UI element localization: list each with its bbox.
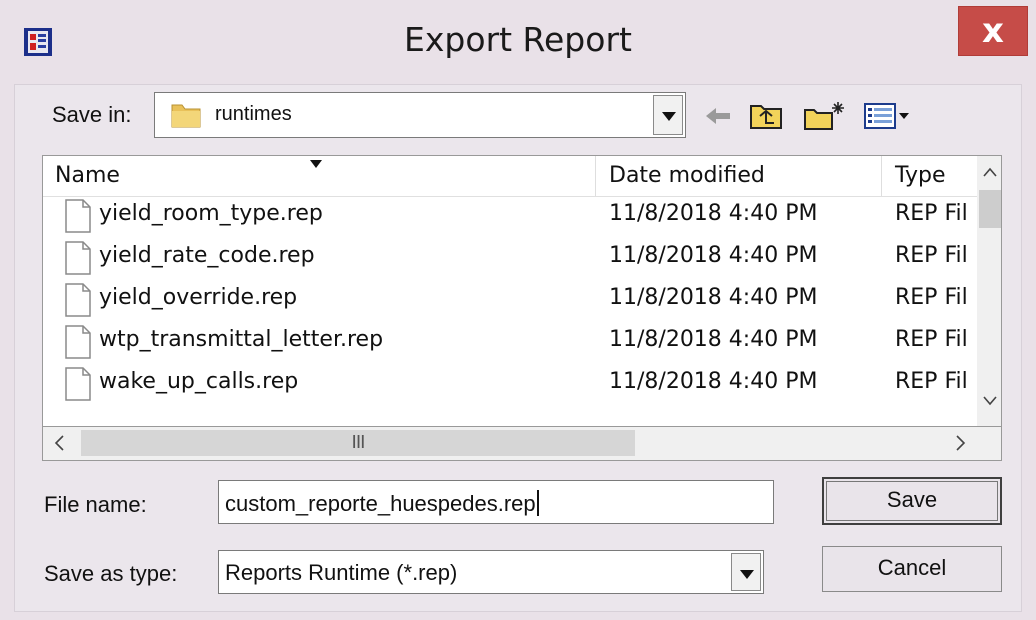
column-divider[interactable] <box>881 156 882 196</box>
up-folder-icon[interactable] <box>748 100 784 132</box>
file-type: REP Fil <box>895 327 968 352</box>
save-as-type-dropdown-arrow-icon[interactable] <box>731 553 761 591</box>
vertical-scrollbar[interactable] <box>977 156 1002 426</box>
close-button[interactable]: x <box>958 6 1028 56</box>
file-icon <box>65 241 91 275</box>
file-name: yield_override.rep <box>99 285 298 310</box>
scroll-up-icon[interactable] <box>977 156 1002 190</box>
folder-icon <box>171 104 201 128</box>
file-name: yield_room_type.rep <box>99 201 323 226</box>
view-menu-icon[interactable] <box>862 100 912 132</box>
file-name: yield_rate_code.rep <box>99 243 315 268</box>
sort-descending-icon <box>310 160 322 168</box>
save-as-type-label: Save as type: <box>44 561 178 586</box>
column-header-name[interactable]: Name <box>55 163 120 188</box>
save-in-value: runtimes <box>215 103 292 125</box>
file-name: wtp_transmittal_letter.rep <box>99 327 384 352</box>
file-type: REP Fil <box>895 243 968 268</box>
file-type: REP Fil <box>895 285 968 310</box>
file-name: wake_up_calls.rep <box>99 369 299 394</box>
file-date: 11/8/2018 4:40 PM <box>609 327 818 352</box>
new-folder-icon[interactable] <box>802 100 848 132</box>
file-icon <box>65 199 91 233</box>
scroll-right-icon[interactable] <box>943 427 977 459</box>
horizontal-scrollbar[interactable]: III <box>42 427 1002 461</box>
file-list-header: Name Date modified Type <box>43 156 977 197</box>
scroll-left-icon[interactable] <box>43 427 77 459</box>
column-header-date-modified[interactable]: Date modified <box>609 163 765 188</box>
file-list[interactable]: Name Date modified Type yield_room_type.… <box>42 155 1002 427</box>
file-icon <box>65 283 91 317</box>
export-report-dialog: Export Report x Save in: runtimes Name D… <box>0 0 1036 620</box>
scrollbar-corner <box>977 427 1001 459</box>
file-icon <box>65 325 91 359</box>
file-icon <box>65 367 91 401</box>
column-divider[interactable] <box>595 156 596 196</box>
cancel-button[interactable]: Cancel <box>822 546 1002 592</box>
scroll-down-icon[interactable] <box>977 384 1002 418</box>
file-date: 11/8/2018 4:40 PM <box>609 369 818 394</box>
back-arrow-icon[interactable] <box>700 100 736 132</box>
file-date: 11/8/2018 4:40 PM <box>609 243 818 268</box>
file-name-label: File name: <box>44 492 147 517</box>
window-title: Export Report <box>404 20 632 59</box>
save-button-label: Save <box>886 487 938 512</box>
file-row[interactable]: yield_override.rep 11/8/2018 4:40 PM REP… <box>43 280 977 322</box>
save-in-label: Save in: <box>52 102 132 127</box>
file-name-value: custom_reporte_huespedes.rep <box>225 491 536 516</box>
file-type: REP Fil <box>895 201 968 226</box>
save-as-type-value: Reports Runtime (*.rep) <box>225 560 458 585</box>
cancel-button-label: Cancel <box>877 555 947 580</box>
file-date: 11/8/2018 4:40 PM <box>609 201 818 226</box>
save-as-type-dropdown[interactable]: Reports Runtime (*.rep) <box>218 550 764 594</box>
close-icon: x <box>982 11 1004 51</box>
save-in-dropdown-arrow-icon[interactable] <box>653 95 683 135</box>
vertical-scroll-thumb[interactable] <box>979 190 1001 228</box>
file-type: REP Fil <box>895 369 968 394</box>
save-in-dropdown[interactable]: runtimes <box>154 92 686 138</box>
save-button[interactable]: Save <box>822 477 1002 525</box>
file-row[interactable]: wtp_transmittal_letter.rep 11/8/2018 4:4… <box>43 322 977 364</box>
horizontal-scroll-thumb[interactable]: III <box>81 430 635 456</box>
column-header-type[interactable]: Type <box>895 163 946 188</box>
file-name-input[interactable]: custom_reporte_huespedes.rep <box>218 480 774 524</box>
text-caret <box>536 490 539 516</box>
file-row[interactable]: wake_up_calls.rep 11/8/2018 4:40 PM REP … <box>43 364 977 406</box>
scroll-grip: III <box>351 432 366 453</box>
file-row[interactable]: yield_room_type.rep 11/8/2018 4:40 PM RE… <box>43 196 977 238</box>
file-row[interactable]: yield_rate_code.rep 11/8/2018 4:40 PM RE… <box>43 238 977 280</box>
title-bar[interactable]: Export Report x <box>0 0 1036 82</box>
file-date: 11/8/2018 4:40 PM <box>609 285 818 310</box>
